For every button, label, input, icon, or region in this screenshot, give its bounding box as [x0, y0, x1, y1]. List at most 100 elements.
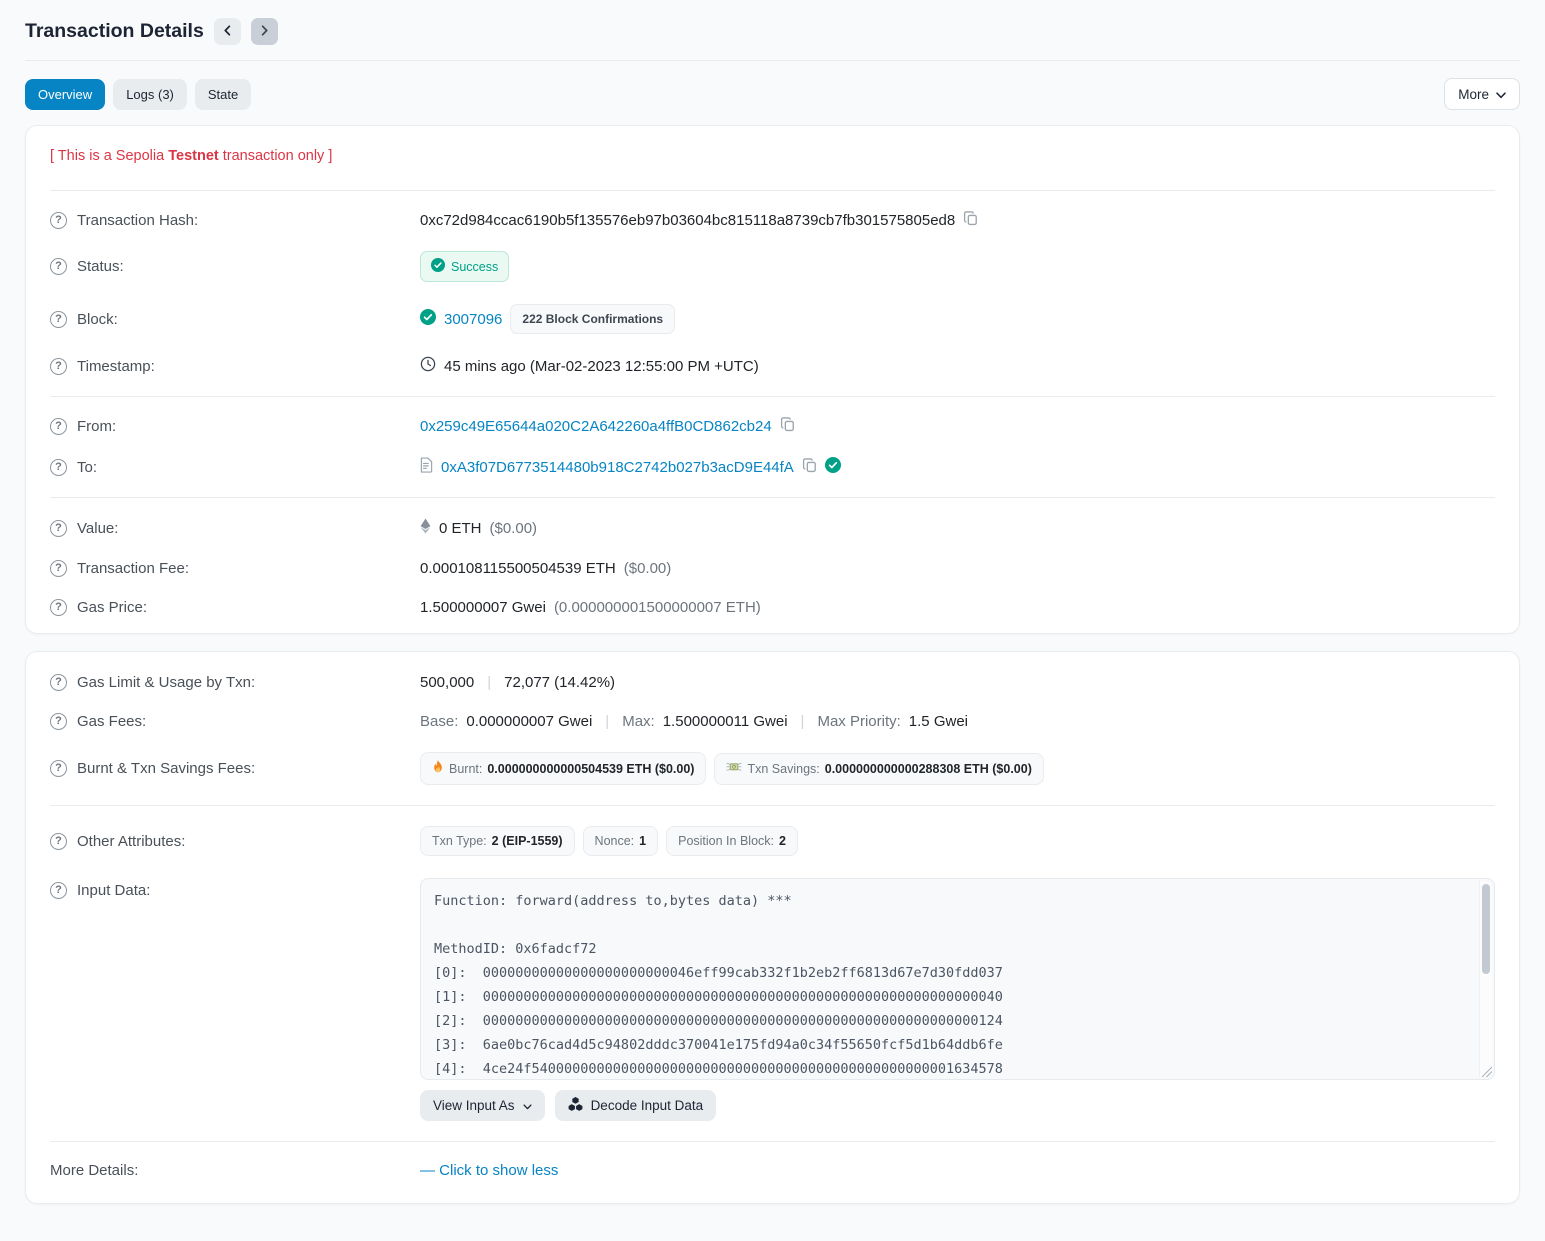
details-card: ? Gas Limit & Usage by Txn: 500,000 | 72…	[25, 651, 1520, 1204]
block-row: ? Block: 3007096 222 Block Confirmations	[50, 293, 1495, 345]
view-input-as-button[interactable]: View Input As	[420, 1090, 545, 1121]
other-attributes-label: Other Attributes:	[77, 833, 185, 850]
input-data-label: Input Data:	[77, 882, 150, 899]
input-data-textarea[interactable]: Function: forward(address to,bytes data)…	[420, 878, 1495, 1080]
position-in-block-label: Position In Block:	[678, 834, 774, 848]
eth-icon	[420, 518, 431, 538]
chevron-left-icon	[222, 24, 233, 39]
transaction-hash-value: 0xc72d984ccac6190b5f135576eb97b03604bc81…	[420, 212, 955, 229]
value-amount: 0 ETH	[439, 520, 482, 537]
position-in-block-badge: Position In Block: 2	[666, 826, 798, 856]
input-data-scrollbar[interactable]	[1479, 881, 1492, 1077]
to-address-link[interactable]: 0xA3f07D6773514480b918C2742b027b3acD9E44…	[441, 459, 794, 476]
nonce-value: 1	[639, 834, 646, 848]
question-icon[interactable]: ?	[50, 760, 67, 777]
gas-usage-value: 72,077 (14.42%)	[504, 674, 615, 691]
question-icon[interactable]: ?	[50, 459, 67, 476]
txn-savings-badge: Txn Savings: 0.000000000000288308 ETH ($…	[714, 753, 1043, 785]
tab-overview[interactable]: Overview	[25, 79, 105, 110]
txn-type-badge: Txn Type: 2 (EIP-1559)	[420, 826, 575, 856]
question-icon[interactable]: ?	[50, 713, 67, 730]
txn-savings-label: Txn Savings:	[747, 762, 819, 776]
input-data-content: Function: forward(address to,bytes data)…	[434, 889, 1468, 1080]
question-icon[interactable]: ?	[50, 418, 67, 435]
question-icon[interactable]: ?	[50, 833, 67, 850]
question-icon[interactable]: ?	[50, 520, 67, 537]
question-icon[interactable]: ?	[50, 560, 67, 577]
max-priority-fee-label: Max Priority:	[817, 713, 900, 730]
gas-limit-usage-row: ? Gas Limit & Usage by Txn: 500,000 | 72…	[50, 658, 1495, 702]
transaction-fee-amount: 0.000108115500504539 ETH	[420, 560, 616, 577]
transaction-fee-label: Transaction Fee:	[77, 560, 189, 577]
base-fee-label: Base:	[420, 713, 458, 730]
separator: |	[600, 713, 614, 730]
tabs-row: Overview Logs (3) State More	[25, 78, 1520, 110]
overview-card: [ This is a Sepolia Testnet transaction …	[25, 125, 1520, 634]
nonce-badge: Nonce: 1	[583, 826, 659, 856]
txn-type-label: Txn Type:	[432, 834, 487, 848]
from-address-link[interactable]: 0x259c49E65644a020C2A642260a4ffB0CD862cb…	[420, 418, 772, 435]
tab-logs[interactable]: Logs (3)	[113, 79, 187, 110]
max-priority-fee-value: 1.5 Gwei	[909, 713, 968, 730]
gas-price-amount: 1.500000007 Gwei	[420, 599, 546, 616]
gas-price-label: Gas Price:	[77, 599, 147, 616]
gas-limit-value: 500,000	[420, 674, 474, 691]
position-in-block-value: 2	[779, 834, 786, 848]
question-icon[interactable]: ?	[50, 212, 67, 229]
status-row: ? Status: Success	[50, 240, 1495, 293]
question-icon[interactable]: ?	[50, 258, 67, 275]
base-fee-value: 0.000000007 Gwei	[466, 713, 592, 730]
divider	[50, 190, 1495, 191]
tab-list: Overview Logs (3) State	[25, 79, 251, 110]
textarea-resize-handle[interactable]	[1481, 1066, 1492, 1077]
tab-state[interactable]: State	[195, 79, 251, 110]
block-confirmations-badge: 222 Block Confirmations	[510, 304, 675, 334]
question-icon[interactable]: ?	[50, 882, 67, 899]
copy-icon	[802, 458, 817, 476]
more-details-row: More Details: — Click to show less	[50, 1151, 1495, 1197]
question-icon[interactable]: ?	[50, 599, 67, 616]
gas-price-row: ? Gas Price: 1.500000007 Gwei (0.0000000…	[50, 588, 1495, 627]
copy-to-address-button[interactable]	[802, 458, 817, 476]
click-to-show-less-link[interactable]: — Click to show less	[420, 1162, 558, 1179]
transaction-details-page: Transaction Details Overview Logs (3) St…	[0, 0, 1545, 1241]
divider	[50, 805, 1495, 806]
view-input-as-label: View Input As	[433, 1098, 515, 1113]
timestamp-label: Timestamp:	[77, 358, 155, 375]
nonce-label: Nonce:	[595, 834, 635, 848]
question-icon[interactable]: ?	[50, 311, 67, 328]
page-title: Transaction Details	[25, 20, 204, 43]
gas-limit-usage-label: Gas Limit & Usage by Txn:	[77, 674, 255, 691]
burnt-fee-label: Burnt:	[449, 762, 482, 776]
more-details-label: More Details:	[50, 1162, 138, 1179]
testnet-notice: [ This is a Sepolia Testnet transaction …	[50, 132, 1495, 181]
more-button[interactable]: More	[1444, 78, 1520, 110]
next-transaction-button[interactable]	[251, 18, 278, 45]
gas-price-alt: (0.000000001500000007 ETH)	[554, 599, 761, 616]
testnet-notice-prefix: [ This is a Sepolia	[50, 148, 168, 164]
chevron-down-icon	[1496, 87, 1506, 102]
copy-transaction-hash-button[interactable]	[963, 211, 978, 229]
value-label: Value:	[77, 520, 118, 537]
input-data-row: ? Input Data: Function: forward(address …	[50, 867, 1495, 1132]
burnt-savings-row: ? Burnt & Txn Savings Fees: Burnt: 0.000…	[50, 741, 1495, 796]
burnt-fee-badge: Burnt: 0.000000000000504539 ETH ($0.00)	[420, 752, 706, 785]
decode-input-data-button[interactable]: Decode Input Data	[555, 1090, 717, 1121]
to-label: To:	[77, 459, 97, 476]
copy-icon	[963, 211, 978, 229]
copy-from-address-button[interactable]	[780, 417, 795, 435]
other-attributes-row: ? Other Attributes: Txn Type: 2 (EIP-155…	[50, 815, 1495, 867]
question-icon[interactable]: ?	[50, 358, 67, 375]
transaction-fee-usd: ($0.00)	[624, 560, 672, 577]
fire-icon	[432, 760, 444, 777]
question-icon[interactable]: ?	[50, 674, 67, 691]
gas-fees-row: ? Gas Fees: Base: 0.000000007 Gwei | Max…	[50, 702, 1495, 741]
block-number-link[interactable]: 3007096	[444, 311, 502, 328]
previous-transaction-button[interactable]	[214, 18, 241, 45]
divider	[50, 396, 1495, 397]
max-fee-label: Max:	[622, 713, 655, 730]
txn-savings-value: 0.000000000000288308 ETH ($0.00)	[825, 762, 1032, 776]
burnt-fee-value: 0.000000000000504539 ETH ($0.00)	[487, 762, 694, 776]
gas-fees-label: Gas Fees:	[77, 713, 146, 730]
input-data-scrollbar-thumb[interactable]	[1482, 884, 1490, 974]
